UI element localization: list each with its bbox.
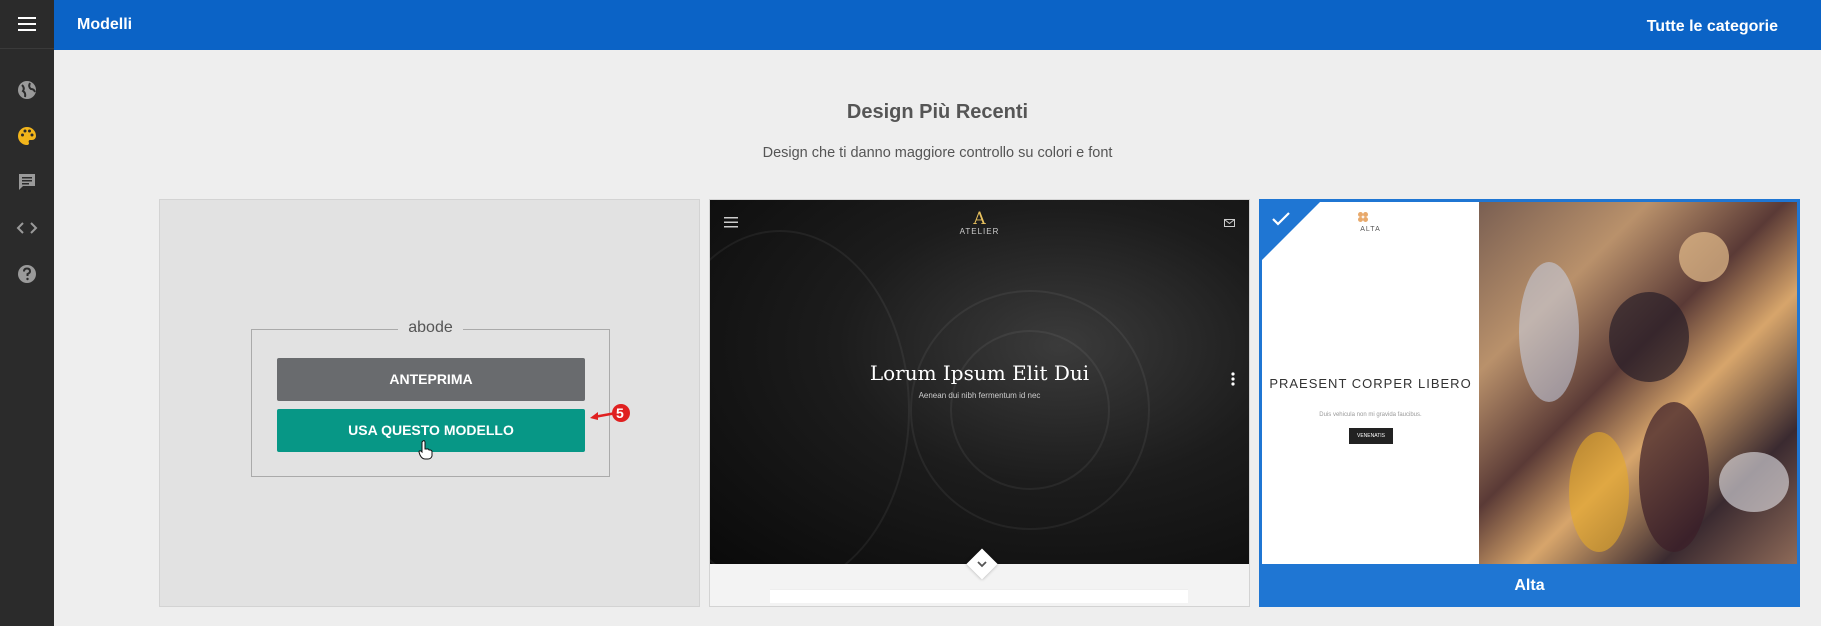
- alta-headline: PRAESENT CORPER LIBERO: [1269, 376, 1472, 391]
- preview-button[interactable]: ANTEPRIMA: [277, 358, 585, 401]
- alta-logo-icon: [1358, 212, 1368, 222]
- comment-icon: [19, 174, 35, 190]
- hero-title: Lorum Ipsum Elit Dui: [869, 361, 1090, 385]
- sidebar: [0, 0, 54, 626]
- hero-subtitle: Aenean dui nibh fermentum id nec: [918, 391, 1041, 400]
- template-name: abode: [398, 319, 463, 336]
- alta-cta-button: VENENATIS: [1349, 428, 1393, 444]
- sidebar-item-code[interactable]: [0, 205, 54, 251]
- sidebar-item-design[interactable]: [0, 113, 54, 159]
- more-icon: [1231, 372, 1235, 386]
- palette-icon: [18, 127, 36, 145]
- sidebar-item-help[interactable]: [0, 251, 54, 297]
- step-number: 5: [616, 405, 624, 421]
- section-subheading: Design che ti danno maggiore controllo s…: [762, 145, 1113, 161]
- alta-subline: Duis vehicula non mi gravida faucibus.: [1319, 412, 1422, 418]
- categories-dropdown[interactable]: Tutte le categorie: [1647, 18, 1778, 36]
- step-callout: 5: [588, 401, 638, 425]
- template-thumbnail: ALTA PRAESENT CORPER LIBERO Duis vehicul…: [1262, 202, 1797, 564]
- check-icon: [1272, 212, 1290, 226]
- globe-icon: [18, 81, 36, 99]
- atelier-brand: ATELIER: [959, 227, 1000, 236]
- template-thumbnail: A ATELIER Lorum Ipsum Elit Dui Aenean du…: [710, 200, 1249, 564]
- template-card-alta[interactable]: ALTA PRAESENT CORPER LIBERO Duis vehicul…: [1259, 199, 1800, 607]
- chevron-down-icon: [977, 561, 987, 568]
- template-card-atelier[interactable]: A ATELIER Lorum Ipsum Elit Dui Aenean du…: [709, 199, 1250, 607]
- menu-button[interactable]: [0, 0, 54, 49]
- template-label: Alta: [1514, 577, 1545, 594]
- selected-marker: [1262, 202, 1320, 260]
- sidebar-item-comments[interactable]: [0, 159, 54, 205]
- sidebar-item-site[interactable]: [0, 67, 54, 113]
- hand-cursor-icon: [418, 440, 433, 460]
- arrow-icon: [590, 404, 630, 422]
- help-icon: [18, 265, 36, 283]
- page-title: Modelli: [77, 16, 133, 33]
- alta-photo: [1479, 202, 1797, 564]
- thumbnail-bar: [770, 589, 1188, 603]
- atelier-logo: A: [973, 209, 986, 229]
- section-heading: Design Più Recenti: [846, 101, 1029, 123]
- top-bar: Modelli Tutte le categorie: [54, 0, 1821, 50]
- menu-icon: [18, 17, 36, 31]
- code-icon: [16, 222, 38, 234]
